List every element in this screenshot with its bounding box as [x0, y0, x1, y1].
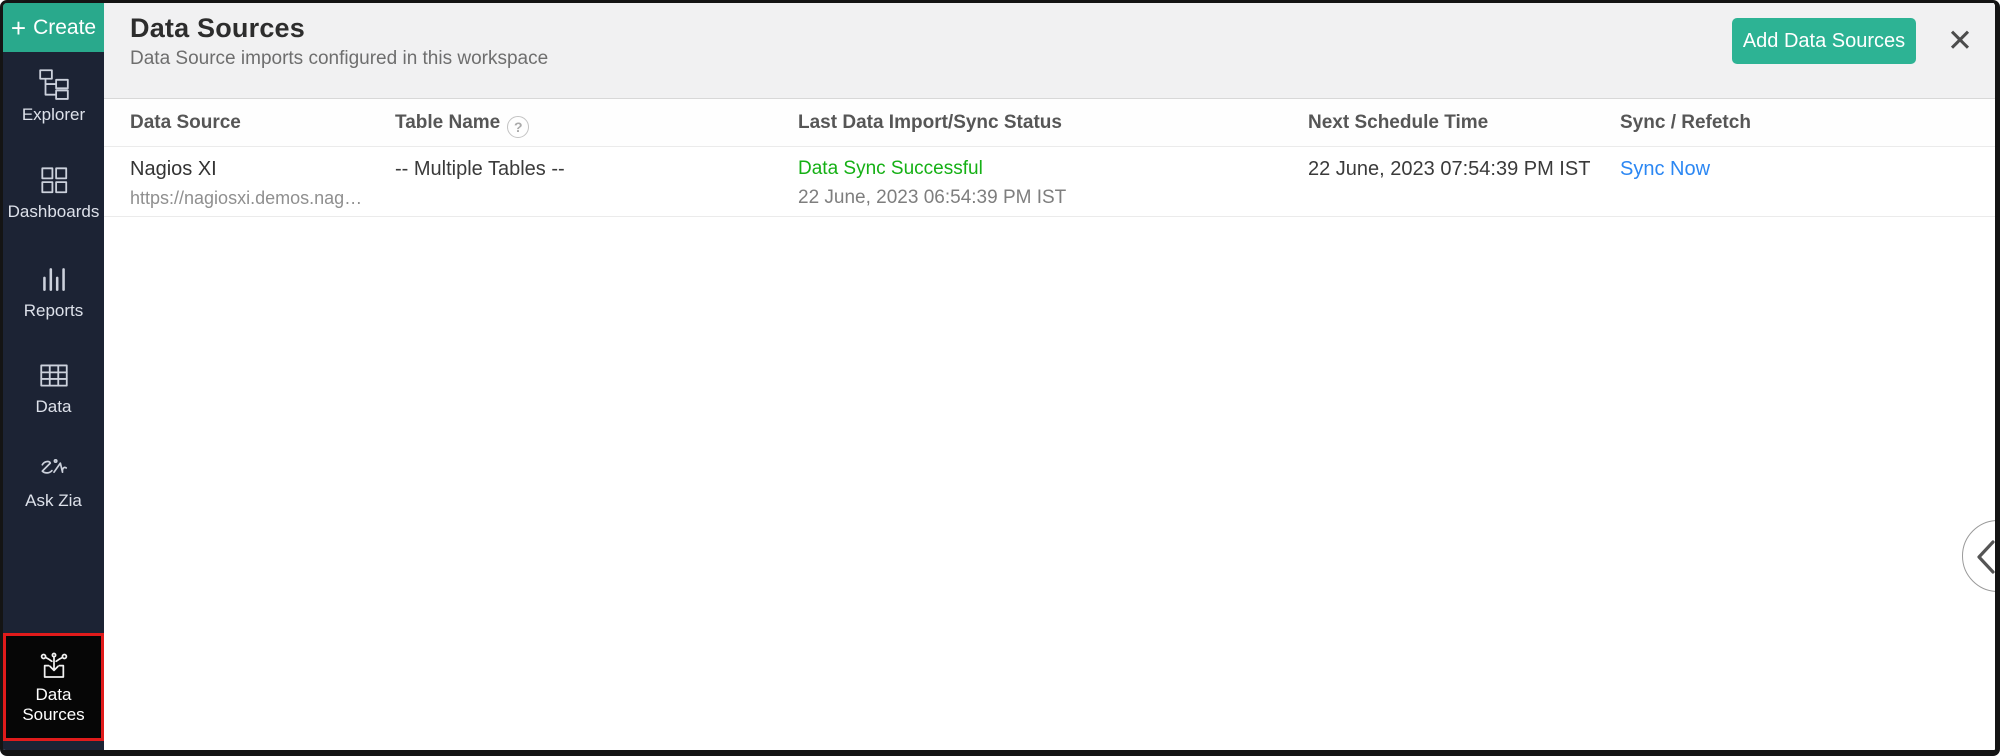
create-button[interactable]: + Create — [3, 3, 104, 52]
sidebar-item-label: Explorer — [21, 105, 86, 124]
explorer-tree-icon — [37, 66, 71, 100]
sidebar-item-explorer[interactable]: Explorer — [3, 66, 104, 125]
zia-signature-icon — [37, 452, 71, 486]
question-circle-icon[interactable]: ? — [507, 116, 530, 138]
data-source-cell: Nagios XI https://nagiosxi.demos.nag… — [130, 158, 362, 209]
dashboards-grid-icon — [37, 163, 71, 197]
column-header-table-name: Table Name? — [395, 112, 530, 138]
data-source-url: https://nagiosxi.demos.nag… — [130, 188, 363, 208]
column-header-next-schedule: Next Schedule Time — [1308, 112, 1489, 133]
page-title: Data Sources — [130, 13, 305, 43]
add-data-sources-button[interactable]: Add Data Sources — [1732, 18, 1916, 64]
plus-icon: + — [10, 12, 27, 43]
table-header-row: Data Source Table Name? Last Data Import… — [104, 98, 1995, 147]
sidebar: + Create Explorer Dashboards Reports Dat… — [3, 3, 104, 750]
data-source-name: Nagios XI — [130, 158, 217, 180]
sidebar-item-ask-zia[interactable]: Ask Zia — [3, 452, 104, 511]
sidebar-item-label: Ask Zia — [25, 491, 82, 510]
table-name-cell: -- Multiple Tables -- — [395, 158, 565, 180]
column-header-sync-refetch: Sync / Refetch — [1620, 112, 1751, 133]
page-header: Data Sources Data Source imports configu… — [104, 3, 1995, 98]
sidebar-item-data[interactable]: Data — [3, 358, 104, 417]
sidebar-item-label: Reports — [23, 301, 84, 320]
sidebar-item-data-sources-active[interactable]: Data Sources — [3, 633, 104, 741]
table-row[interactable]: Nagios XI https://nagiosxi.demos.nag… --… — [104, 147, 1995, 217]
next-schedule-time-cell: 22 June, 2023 07:54:39 PM IST — [1308, 158, 1591, 180]
sidebar-item-label: Dashboards — [7, 202, 100, 221]
app-window: + Create Explorer Dashboards Reports Dat… — [0, 0, 2000, 756]
page-subtitle: Data Source imports configured in this w… — [130, 48, 549, 69]
sidebar-item-reports[interactable]: Reports — [3, 262, 104, 321]
column-header-last-sync-status: Last Data Import/Sync Status — [798, 112, 1062, 133]
create-button-label: Create — [33, 15, 97, 39]
sync-status-text: Data Sync Successful — [798, 158, 983, 179]
data-table-icon — [37, 358, 71, 392]
sidebar-item-dashboards[interactable]: Dashboards — [3, 163, 104, 222]
main-panel: Data Sources Data Source imports configu… — [104, 3, 1995, 750]
sync-now-link[interactable]: Sync Now — [1620, 158, 1710, 181]
sidebar-item-label: Data — [35, 397, 72, 416]
data-sources-import-icon — [38, 649, 70, 681]
sidebar-item-label: Data Sources — [22, 685, 85, 725]
last-sync-time: 22 June, 2023 06:54:39 PM IST — [798, 187, 1067, 208]
reports-bars-icon — [37, 262, 71, 296]
column-header-data-source: Data Source — [130, 112, 241, 133]
sync-status-cell: Data Sync Successful 22 June, 2023 06:54… — [798, 158, 1066, 209]
close-icon[interactable]: ✕ — [1939, 20, 1981, 62]
